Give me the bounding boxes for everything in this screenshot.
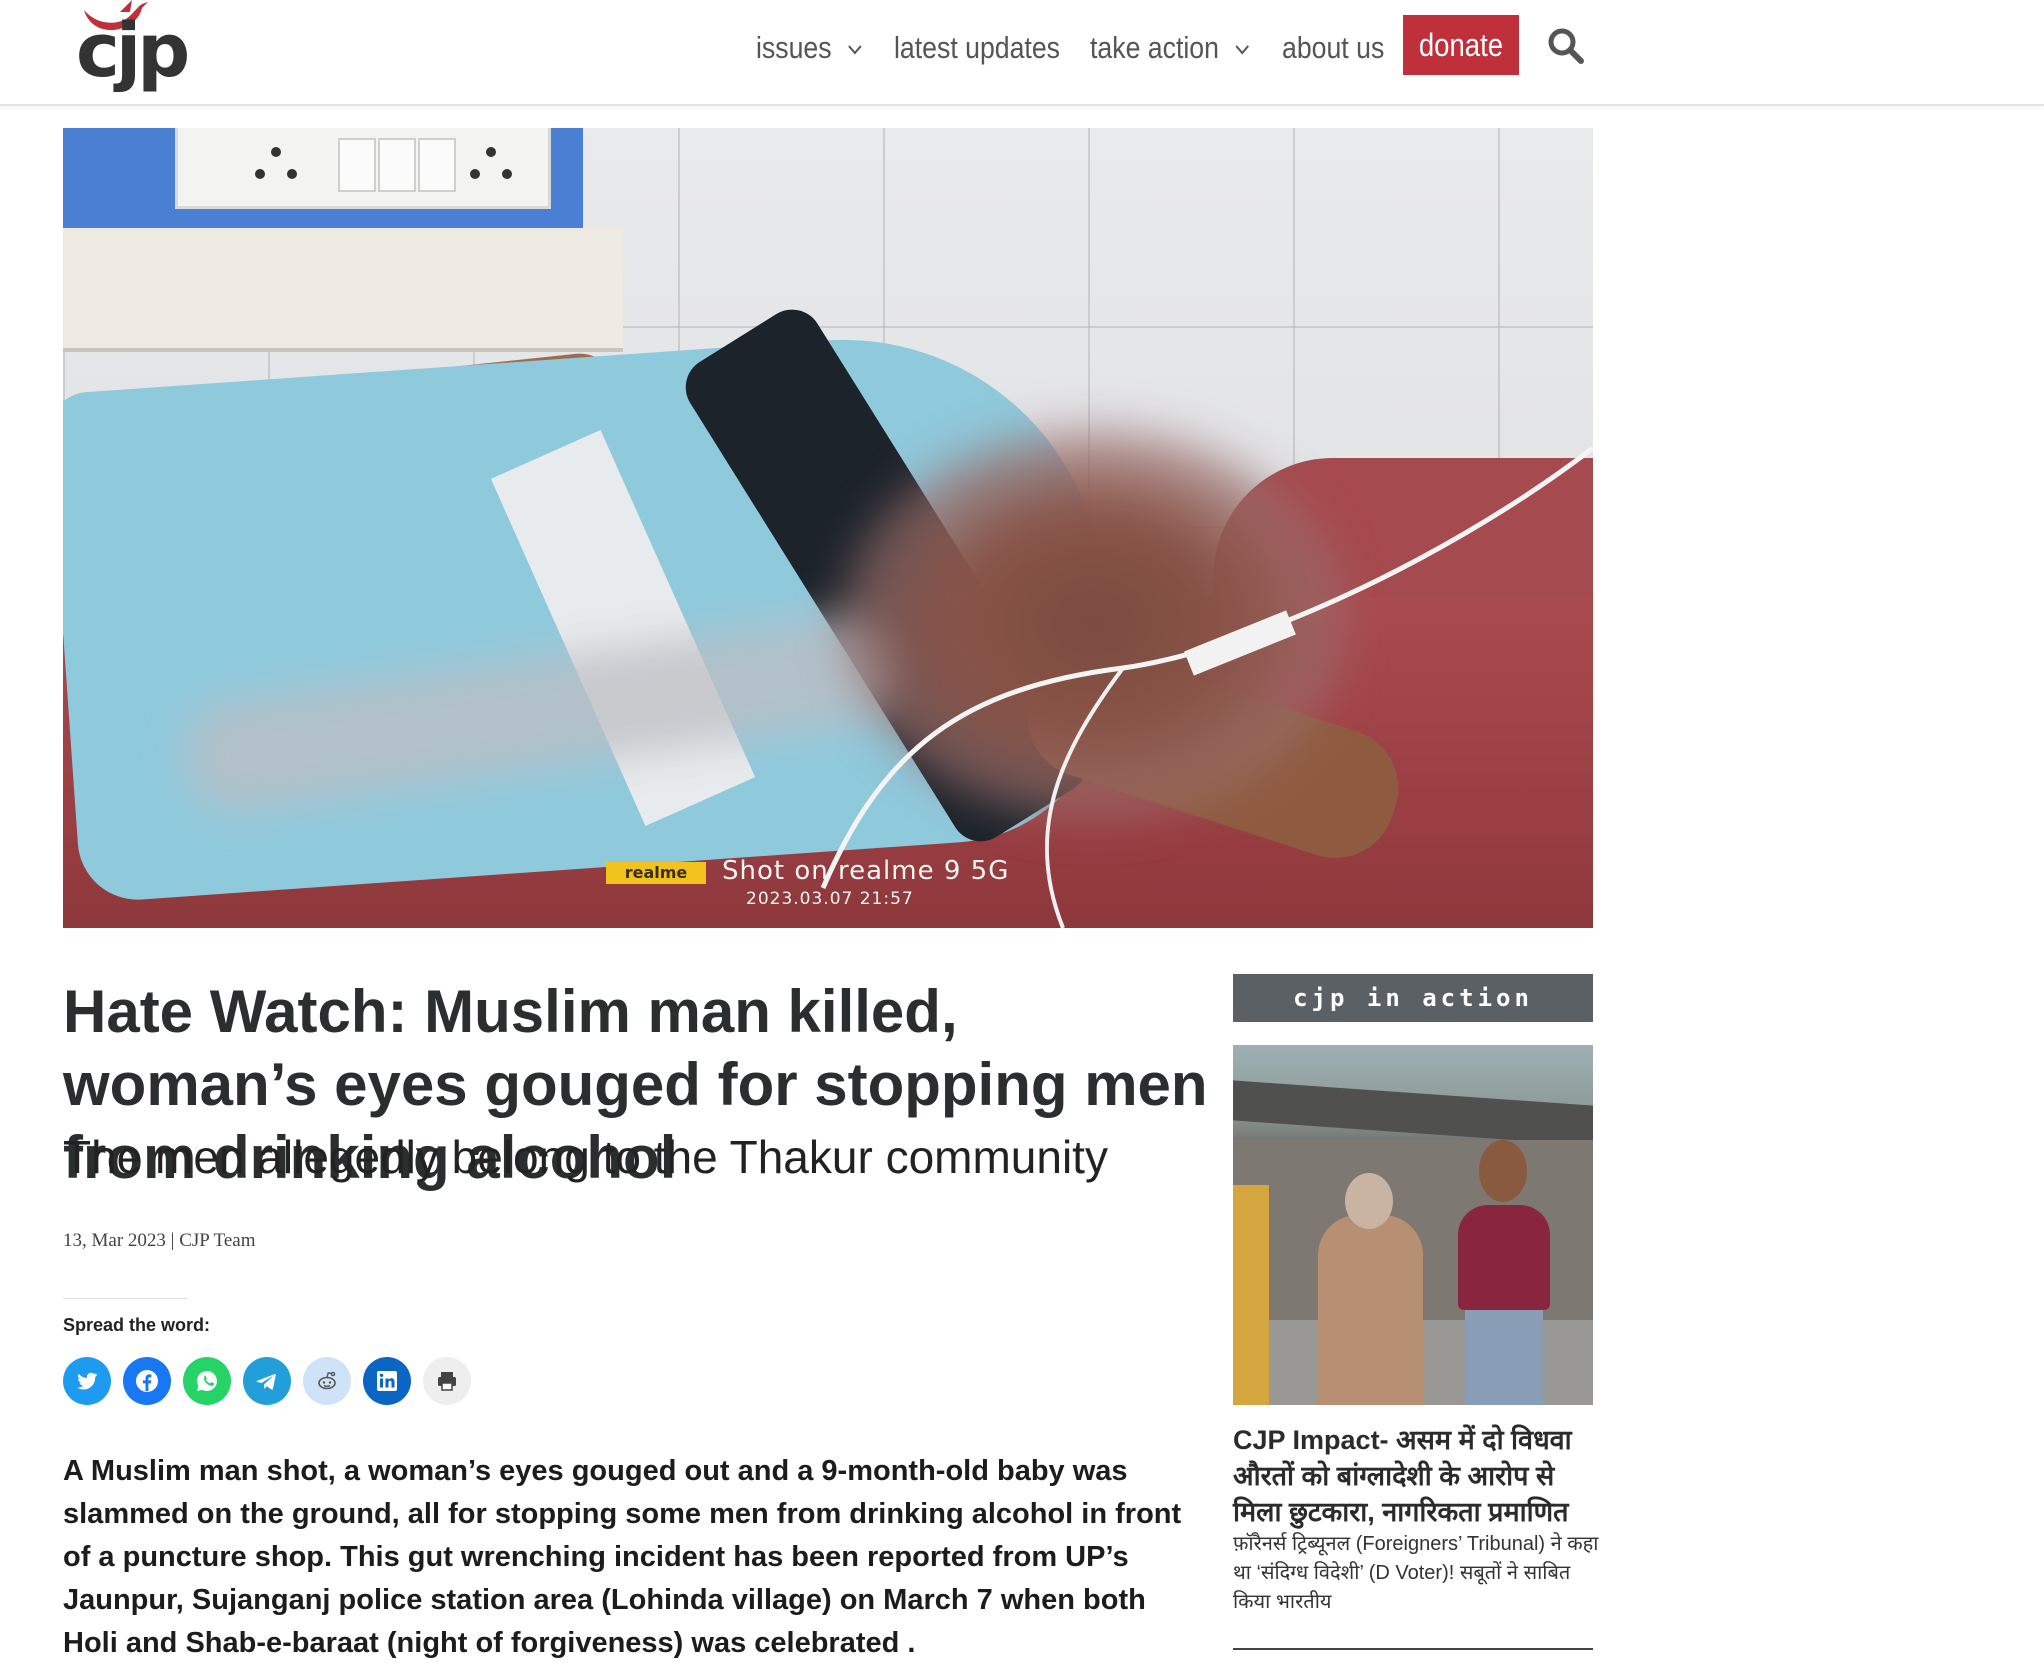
nav-item-about-us[interactable]: about us (1282, 28, 1384, 68)
share-heading: Spread the word: (63, 1315, 211, 1335)
person-figure (1458, 1205, 1550, 1310)
divider (1233, 1648, 1593, 1650)
donate-label: donate (1418, 27, 1504, 63)
share-facebook-button[interactable] (123, 1357, 171, 1405)
watermark-badge: realme (606, 862, 706, 884)
person-head (1345, 1173, 1393, 1229)
watermark-text: Shot on realme 9 5G (722, 856, 1010, 886)
twitter-icon (77, 1372, 98, 1390)
iv-tube (820, 446, 1593, 928)
print-icon (438, 1372, 456, 1391)
hero-image: realme Shot on realme 9 5G 2023.03.07 21… (63, 128, 1593, 928)
search-icon[interactable] (1546, 26, 1586, 66)
sidebar-card-image[interactable] (1233, 1045, 1593, 1405)
whatsapp-icon (197, 1371, 217, 1391)
chevron-down-icon (847, 45, 862, 55)
logo-text: cjp (76, 8, 190, 94)
person-head (1479, 1140, 1527, 1202)
linkedin-icon (377, 1371, 397, 1391)
share-whatsapp-button[interactable] (183, 1357, 231, 1405)
nav-item-latest-updates[interactable]: latest updates (894, 28, 1060, 68)
nav-item-take-action[interactable]: take action (1090, 28, 1249, 68)
share-twitter-button[interactable] (63, 1357, 111, 1405)
share-reddit-button[interactable] (303, 1357, 351, 1405)
person-figure (1318, 1215, 1423, 1405)
article-subtitle: The men allegedly belong to the Thakur c… (63, 1131, 1108, 1183)
watermark-date: 2023.03.07 21:57 (746, 889, 914, 909)
facebook-icon (136, 1370, 158, 1392)
telegram-icon (256, 1374, 276, 1390)
sidebar-card-title[interactable]: CJP Impact- असम में दो विधवा औरतों को बा… (1233, 1422, 1603, 1530)
nav-label: about us (1282, 30, 1385, 65)
reddit-icon (318, 1371, 336, 1390)
print-button[interactable] (423, 1357, 471, 1405)
sidebar-heading: cjp in action (1233, 974, 1593, 1022)
divider (63, 1298, 187, 1299)
site-header: cjp issues latest updates take action ab… (0, 0, 2044, 106)
person-figure (1233, 1185, 1269, 1405)
chevron-down-icon (1235, 45, 1249, 55)
share-telegram-button[interactable] (243, 1357, 291, 1405)
person-figure (1465, 1307, 1543, 1405)
nav-label: latest updates (894, 30, 1061, 65)
nav-label: issues (756, 30, 832, 65)
donate-button[interactable]: donate (1403, 15, 1519, 75)
share-linkedin-button[interactable] (363, 1357, 411, 1405)
nav-label: take action (1090, 30, 1219, 65)
article-body: A Muslim man shot, a woman’s eyes gouged… (63, 1455, 1182, 1659)
roof (1233, 1080, 1593, 1146)
nav-item-issues[interactable]: issues (756, 28, 862, 68)
sidebar-card-excerpt: फ़ॉरैनर्स ट्रिब्यूनल (Foreigners’ Tribun… (1233, 1533, 1599, 1613)
cjp-logo[interactable]: cjp (72, 0, 190, 96)
article-meta: 13, Mar 2023 | CJP Team (63, 1230, 256, 1251)
